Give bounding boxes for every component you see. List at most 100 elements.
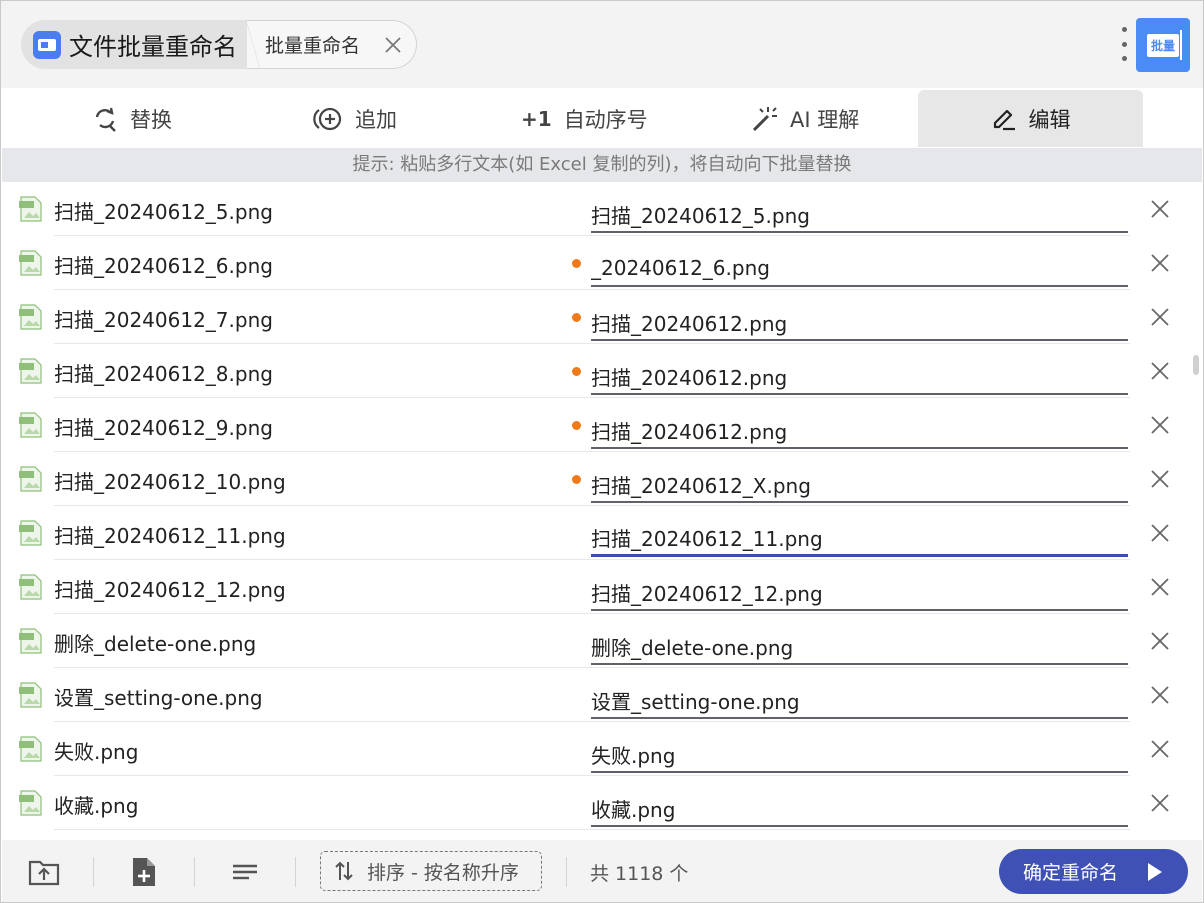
- new-filename-input[interactable]: [591, 675, 1128, 719]
- png-file-icon: [18, 628, 44, 654]
- tab-edit[interactable]: 编辑: [918, 90, 1143, 147]
- plus-one-icon: +1: [521, 106, 552, 131]
- folder-upload-icon: [28, 860, 60, 886]
- sort-arrows-icon: [335, 860, 353, 882]
- open-folder-button[interactable]: [27, 855, 61, 889]
- more-menu-icon[interactable]: [1119, 27, 1129, 61]
- remove-row-close-icon[interactable]: [1148, 413, 1172, 437]
- file-add-icon: [133, 858, 155, 886]
- add-file-button[interactable]: [127, 855, 161, 889]
- original-filename: 扫描_20240612_8.png: [54, 362, 273, 386]
- original-filename: 扫描_20240612_12.png: [54, 578, 286, 602]
- batch-rename-icon[interactable]: 批量: [1136, 18, 1190, 72]
- tab-edit-label: 编辑: [1028, 107, 1071, 132]
- mode-tabs: 替换 追加 +1 自动序号 AI 理解 编辑: [2, 88, 1202, 148]
- png-file-icon: [18, 520, 44, 546]
- new-filename-input[interactable]: [591, 783, 1128, 827]
- play-icon: [1148, 863, 1162, 881]
- file-row: 设置_setting-one.png: [2, 668, 1192, 722]
- tab-ai[interactable]: AI 理解: [750, 90, 859, 147]
- list-view-button[interactable]: [228, 855, 262, 889]
- original-filename: 失败.png: [54, 740, 139, 764]
- png-file-icon: [18, 790, 44, 816]
- remove-row-close-icon[interactable]: [1148, 629, 1172, 653]
- remove-row-close-icon[interactable]: [1148, 305, 1172, 329]
- title-bar: 文件批量重命名 批量重命名 批量: [1, 1, 1203, 88]
- file-list: 扫描_20240612_5.png 扫描_20240612_6.png 扫描_202…: [2, 182, 1202, 840]
- tab-append-label: 追加: [355, 107, 397, 132]
- file-row: 扫描_20240612_7.png: [2, 290, 1192, 344]
- original-filename: 删除_delete-one.png: [54, 632, 257, 656]
- close-icon[interactable]: [382, 34, 404, 56]
- tab-auto-number[interactable]: +1 自动序号: [521, 90, 648, 147]
- footer-toolbar: 排序 - 按名称升序 共 1118 个 确定重命名: [2, 840, 1202, 902]
- file-row: 扫描_20240612_12.png: [2, 560, 1192, 614]
- png-file-icon: [18, 196, 44, 222]
- file-row: 扫描_20240612_5.png: [2, 182, 1192, 236]
- tab-auto-number-label: 自动序号: [563, 107, 648, 132]
- app-title: 文件批量重命名: [69, 33, 237, 61]
- new-filename-input[interactable]: [591, 405, 1128, 449]
- tab-ai-label: AI 理解: [790, 107, 860, 132]
- remove-row-close-icon[interactable]: [1148, 683, 1172, 707]
- replace-icon: [92, 106, 118, 132]
- remove-row-close-icon[interactable]: [1148, 467, 1172, 491]
- png-file-icon: [18, 574, 44, 600]
- file-row: 扫描_20240612_6.png: [2, 236, 1192, 290]
- remove-row-close-icon[interactable]: [1148, 791, 1172, 815]
- modified-indicator: [572, 367, 581, 376]
- magic-wand-icon: [750, 105, 778, 133]
- confirm-rename-label: 确定重命名: [1023, 862, 1119, 884]
- new-filename-input[interactable]: [591, 567, 1128, 611]
- app-tab[interactable]: 文件批量重命名: [21, 20, 267, 69]
- original-filename: 设置_setting-one.png: [54, 686, 263, 710]
- confirm-rename-button[interactable]: 确定重命名: [999, 849, 1188, 894]
- file-row: 删除_delete-one.png: [2, 614, 1192, 668]
- new-filename-input[interactable]: [591, 297, 1128, 341]
- new-filename-input[interactable]: [591, 243, 1128, 287]
- png-file-icon: [18, 682, 44, 708]
- file-count: 共 1118 个: [590, 863, 689, 885]
- file-row: 扫描_20240612_10.png: [2, 452, 1192, 506]
- pen-icon: [991, 106, 1017, 132]
- sort-label: 排序 - 按名称升序: [367, 861, 519, 884]
- tab-replace-label: 替换: [130, 107, 172, 132]
- png-file-icon: [18, 358, 44, 384]
- tab-append[interactable]: 追加: [313, 90, 397, 147]
- sub-tab-batch-rename[interactable]: 批量重命名: [246, 20, 417, 69]
- modified-indicator: [572, 421, 581, 430]
- add-circle-icon: [313, 106, 343, 132]
- png-file-icon: [18, 412, 44, 438]
- align-lines-icon: [233, 864, 257, 880]
- batch-badge-label: 批量: [1146, 33, 1179, 57]
- remove-row-close-icon[interactable]: [1148, 197, 1172, 221]
- original-filename: 收藏.png: [54, 794, 139, 818]
- new-filename-input[interactable]: [591, 621, 1128, 665]
- sort-button[interactable]: 排序 - 按名称升序: [320, 851, 542, 891]
- file-row: 收藏.png: [2, 776, 1192, 830]
- new-filename-input[interactable]: [591, 351, 1128, 395]
- remove-row-close-icon[interactable]: [1148, 575, 1172, 599]
- new-filename-input[interactable]: [591, 189, 1128, 233]
- sub-tab-label: 批量重命名: [265, 35, 361, 57]
- original-filename: 扫描_20240612_9.png: [54, 416, 273, 440]
- file-row: 失败.png: [2, 722, 1192, 776]
- png-file-icon: [18, 304, 44, 330]
- new-filename-input[interactable]: [591, 459, 1128, 503]
- tab-replace[interactable]: 替换: [92, 90, 172, 147]
- remove-row-close-icon[interactable]: [1148, 251, 1172, 275]
- file-row: 扫描_20240612_9.png: [2, 398, 1192, 452]
- modified-indicator: [572, 259, 581, 268]
- scrollbar-thumb[interactable]: [1193, 355, 1199, 375]
- remove-row-close-icon[interactable]: [1148, 737, 1172, 761]
- original-filename: 扫描_20240612_7.png: [54, 308, 273, 332]
- new-filename-input[interactable]: [591, 729, 1128, 773]
- modified-indicator: [572, 475, 581, 484]
- png-file-icon: [18, 736, 44, 762]
- file-row: 扫描_20240612_11.png: [2, 506, 1192, 560]
- remove-row-close-icon[interactable]: [1148, 521, 1172, 545]
- original-filename: 扫描_20240612_6.png: [54, 254, 273, 278]
- new-filename-input[interactable]: [591, 513, 1128, 557]
- remove-row-close-icon[interactable]: [1148, 359, 1172, 383]
- app-logo-icon: [33, 30, 61, 59]
